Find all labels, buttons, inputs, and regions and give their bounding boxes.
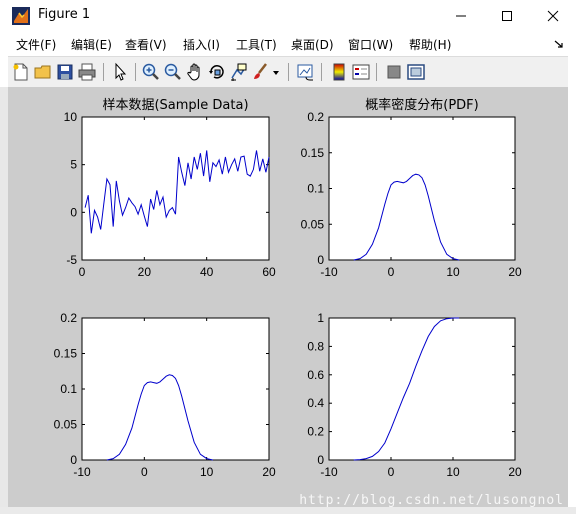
- pointer-icon[interactable]: [110, 62, 130, 82]
- menu-view[interactable]: 查看(V): [125, 36, 167, 53]
- right-window-edge: [568, 32, 576, 514]
- x-tick-label: 20: [508, 465, 522, 479]
- link-plot-icon[interactable]: [296, 62, 316, 82]
- y-tick-label: 0: [317, 253, 324, 267]
- toolbar-separator: [135, 63, 136, 81]
- y-tick-label: 0.4: [307, 396, 324, 410]
- menu-file[interactable]: 文件(F): [16, 36, 56, 53]
- x-tick-label: 0: [79, 265, 86, 279]
- toolbar-separator: [103, 63, 104, 81]
- close-button[interactable]: [530, 0, 576, 32]
- axes-4: [328, 317, 516, 461]
- y-tick-label: 5: [70, 158, 77, 172]
- new-figure-icon[interactable]: [11, 62, 31, 82]
- y-tick-label: 0.15: [301, 146, 325, 160]
- plots-svg: 0 20 40 60-50510样本数据(Sample Data)-10 0 10 2000…: [54, 97, 522, 479]
- x-tick-label: -10: [320, 465, 338, 479]
- y-tick-label: 0.1: [307, 182, 324, 196]
- menu-tools[interactable]: 工具(T): [236, 36, 277, 53]
- close-icon: [547, 10, 559, 22]
- toolbar-separator: [376, 63, 377, 81]
- axes-2: [328, 116, 516, 261]
- hide-plot-tools-icon[interactable]: [384, 62, 404, 82]
- dock-arrow-icon[interactable]: [554, 39, 564, 49]
- print-icon[interactable]: [77, 62, 97, 82]
- x-tick-label: 10: [446, 265, 460, 279]
- minimize-button[interactable]: [438, 0, 484, 32]
- data-cursor-icon[interactable]: [229, 62, 249, 82]
- watermark: http://blog.csdn.net/lusongnol: [299, 493, 564, 508]
- colorbar-icon[interactable]: [329, 62, 349, 82]
- y-tick-label: 0.8: [307, 339, 324, 353]
- menu-edit[interactable]: 编辑(E): [71, 36, 112, 53]
- y-tick-label: 0.1: [60, 382, 77, 396]
- menu-desktop[interactable]: 桌面(D): [291, 36, 334, 53]
- toolbar: [8, 56, 568, 88]
- menu-bar: 文件(F) 编辑(E) 查看(V) 插入(I) 工具(T) 桌面(D) 窗口(W…: [8, 32, 568, 56]
- y-tick-label: 10: [64, 110, 78, 124]
- brush-dropdown-icon[interactable]: [271, 62, 281, 82]
- maximize-icon: [502, 11, 512, 21]
- zoom-in-icon[interactable]: [141, 62, 161, 82]
- figure-canvas: 0 20 40 60 -5 0 5 10 样本数据(Sample Data) -10 0 10 20 0 0…: [8, 87, 568, 507]
- x-tick-label: 20: [262, 465, 276, 479]
- bottom-window-edge: [0, 507, 576, 514]
- rotate-3d-icon[interactable]: [207, 62, 227, 82]
- x-tick-label: -10: [73, 465, 91, 479]
- y-tick-label: 0.2: [60, 311, 77, 325]
- x-tick-label: 10: [200, 465, 214, 479]
- x-tick-label: 60: [262, 265, 276, 279]
- x-tick-label: 0: [141, 465, 148, 479]
- y-tick-label: 1: [317, 311, 324, 325]
- axes-title: 概率密度分布(PDF): [365, 97, 478, 113]
- title-bar: Figure 1: [0, 0, 576, 32]
- y-tick-label: 0: [70, 453, 77, 467]
- y-tick-label: 0.05: [301, 217, 325, 231]
- save-icon[interactable]: [55, 62, 75, 82]
- x-tick-label: 20: [138, 265, 152, 279]
- zoom-out-icon[interactable]: [163, 62, 183, 82]
- y-tick-label: -5: [66, 253, 77, 267]
- matlab-logo-icon: [12, 7, 30, 25]
- axes-3: [81, 317, 270, 461]
- left-window-edge: [0, 87, 8, 514]
- open-file-icon[interactable]: [33, 62, 53, 82]
- y-tick-label: 0.2: [307, 425, 324, 439]
- window-title: Figure 1: [38, 7, 91, 22]
- minimize-icon: [456, 15, 466, 17]
- toolbar-separator: [288, 63, 289, 81]
- maximize-button[interactable]: [484, 0, 530, 32]
- x-tick-label: 0: [388, 265, 395, 279]
- y-tick-label: 0.6: [307, 368, 324, 382]
- y-tick-label: 0.2: [307, 110, 324, 124]
- y-tick-label: 0.15: [54, 347, 78, 361]
- y-tick-label: 0: [70, 205, 77, 219]
- axes-title: 样本数据(Sample Data): [102, 98, 248, 113]
- menu-insert[interactable]: 插入(I): [183, 36, 220, 53]
- x-tick-label: 20: [508, 265, 522, 279]
- toolbar-separator: [321, 63, 322, 81]
- y-tick-label: 0.05: [54, 418, 78, 432]
- x-tick-label: 10: [446, 465, 460, 479]
- x-tick-label: -10: [320, 265, 338, 279]
- menu-window[interactable]: 窗口(W): [348, 36, 393, 53]
- y-tick-label: 0: [317, 453, 324, 467]
- legend-icon[interactable]: [351, 62, 371, 82]
- show-plot-tools-icon[interactable]: [406, 62, 426, 82]
- x-tick-label: 40: [200, 265, 214, 279]
- menu-help[interactable]: 帮助(H): [409, 36, 451, 53]
- x-tick-label: 0: [388, 465, 395, 479]
- brush-icon[interactable]: [251, 62, 271, 82]
- pan-icon[interactable]: [185, 62, 205, 82]
